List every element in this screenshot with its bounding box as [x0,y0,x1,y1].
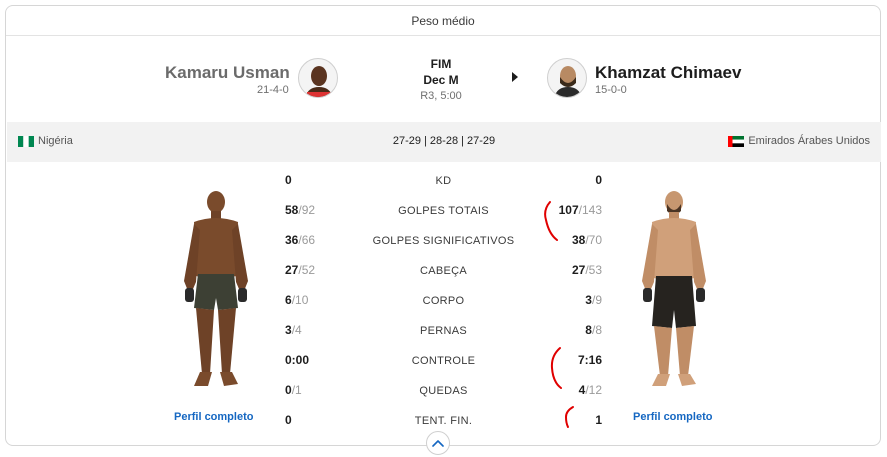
blue-fighter-name[interactable]: Khamzat Chimaev [595,63,741,83]
red-stat-total: /10 [291,293,309,307]
blue-fighter-avatar[interactable] [547,58,587,98]
blue-stat-total: /12 [585,383,602,397]
stat-label: GOLPES TOTAIS [398,205,489,217]
blue-stat-value: 38 [571,233,586,247]
blue-country-label: Emirados Árabes Unidos [748,135,870,147]
blue-stat-total: /143 [578,203,602,217]
blue-stat-value: 1 [595,413,602,427]
red-stat-value: 0 [285,173,292,187]
fight-card: Peso médio Kamaru Usman 21-4-0 FIM Dec M… [5,5,881,446]
blue-stat-total: /8 [591,323,602,337]
stat-label: QUEDAS [419,385,468,397]
stat-label: KD [435,175,452,187]
red-stat-total: /4 [291,323,302,337]
red-stat-value: 0:00 [285,353,310,367]
stat-label: TENT. FIN. [414,415,473,427]
blue-stat-value: 8 [585,323,592,337]
red-stat-value: 36 [285,233,299,247]
blue-stat-value: 0 [595,173,602,187]
annotation-bracket-control [550,347,562,389]
blue-profile-link[interactable]: Perfil completo [633,411,712,423]
annotation-bracket-strikes [544,201,558,241]
stat-row-control: 0:00 CONTROLE 7:16 [6,349,882,369]
blue-stat-total: /53 [585,263,602,277]
blue-stat-total: /70 [585,233,602,247]
red-stat-total: /52 [298,263,316,277]
stat-label: PERNAS [419,325,468,337]
stat-row-total-strikes: 58/92 GOLPES TOTAIS 107/143 [6,199,882,219]
red-stat-total: /66 [298,233,316,247]
stat-label: CORPO [422,295,465,307]
blue-fighter-country: Emirados Árabes Unidos [728,135,870,147]
red-stat-value: 3 [285,323,292,337]
blue-fighter-record: 15-0-0 [595,84,627,96]
uae-flag-icon [728,135,745,147]
stat-row-head: 27/52 CABEÇA 27/53 [6,259,882,279]
red-profile-link[interactable]: Perfil completo [174,411,253,423]
blue-stat-value: 7:16 [577,353,602,367]
red-stat-value: 27 [285,263,299,277]
info-bar: Nigéria 27-29 | 28-28 | 27-29 Emirados Á… [7,122,881,162]
result-method: Dec M [423,73,459,87]
red-stat-value: 58 [285,203,299,217]
stat-label: GOLPES SIGNIFICATIVOS [372,235,515,247]
fight-result: FIM Dec M R3, 5:00 [401,56,481,104]
stat-label: CABEÇA [419,265,468,277]
blue-stat-value: 3 [585,293,592,307]
annotation-bracket-submission [564,406,574,428]
winner-arrow-icon [512,72,518,82]
stat-row-significant-strikes: 36/66 GOLPES SIGNIFICATIVOS 38/70 [6,229,882,249]
result-round-time: R3, 5:00 [420,90,462,102]
weight-class-header: Peso médio [6,6,880,36]
blue-stat-total: /9 [591,293,602,307]
stat-label: CONTROLE [411,355,476,367]
blue-stat-value: 27 [571,263,586,277]
result-label: FIM [430,57,452,71]
red-stat-value: 6 [285,293,292,307]
red-stat-total: /92 [298,203,316,217]
stat-row-kd: 0 KD 0 [6,169,882,189]
stat-row-submission-attempts: 0 TENT. FIN. 1 [6,409,882,429]
red-stat-value: 0 [285,413,292,427]
red-fighter-avatar[interactable] [298,58,338,98]
stat-row-body: 6/10 CORPO 3/9 [6,289,882,309]
expand-button[interactable] [426,431,450,455]
stat-row-legs: 3/4 PERNAS 8/8 [6,319,882,339]
stat-row-takedowns: 0/1 QUEDAS 4/12 [6,379,882,399]
chevron-up-icon [432,434,444,452]
red-fighter-name[interactable]: Kamaru Usman [165,63,290,83]
red-fighter-record: 21-4-0 [257,84,289,96]
red-stat-value: 0 [285,383,292,397]
red-stat-total: /1 [291,383,302,397]
